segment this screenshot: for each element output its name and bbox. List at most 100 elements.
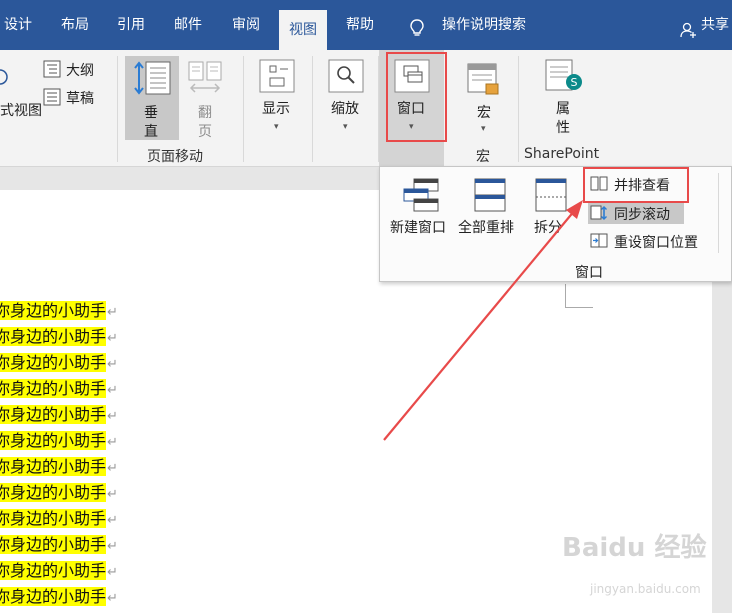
document-line: 你身边的小助手↵ bbox=[0, 482, 118, 504]
group-separator bbox=[243, 56, 244, 162]
lightbulb-icon bbox=[410, 19, 424, 36]
zoom-label: 缩放 bbox=[331, 101, 359, 117]
chevron-down-icon: ▾ bbox=[274, 122, 279, 132]
tab-help[interactable]: 帮助 bbox=[346, 14, 374, 50]
highlighted-text: 你身边的小助手 bbox=[0, 587, 107, 606]
highlighted-text: 你身边的小助手 bbox=[0, 535, 107, 554]
side-by-side-highlight bbox=[583, 167, 689, 203]
highlighted-text: 你身边的小助手 bbox=[0, 509, 107, 528]
side-to-side-icon bbox=[188, 61, 222, 93]
tab-view[interactable]: 视图 bbox=[279, 10, 327, 50]
highlighted-text: 你身边的小助手 bbox=[0, 301, 107, 320]
arrange-all-icon bbox=[474, 178, 506, 212]
split-button[interactable]: 拆分 bbox=[530, 173, 580, 239]
vertical-label: 垂 直 bbox=[144, 105, 158, 140]
highlighted-text: 你身边的小助手 bbox=[0, 457, 107, 476]
macros-button[interactable]: 宏 ▾ bbox=[464, 60, 504, 138]
macros-label: 宏 bbox=[477, 105, 491, 121]
chevron-down-icon: ▾ bbox=[343, 122, 348, 132]
document-line: 你身边的小助手↵ bbox=[0, 508, 118, 530]
margin-corner-mark bbox=[565, 284, 593, 308]
paragraph-mark: ↵ bbox=[107, 539, 118, 554]
highlighted-text: 你身边的小助手 bbox=[0, 405, 107, 424]
baidu-watermark: Baidu 经验 bbox=[562, 533, 707, 563]
dropdown-separator bbox=[718, 173, 719, 253]
paragraph-mark: ↵ bbox=[107, 565, 118, 580]
outline-button[interactable]: 大纲 bbox=[66, 60, 94, 80]
magnifier-icon bbox=[328, 59, 364, 93]
paragraph-mark: ↵ bbox=[107, 487, 118, 502]
web-layout-button[interactable]: 式视图 bbox=[0, 100, 42, 120]
share-person-icon bbox=[680, 22, 696, 38]
paragraph-mark: ↵ bbox=[107, 331, 118, 346]
highlighted-text: 你身边的小助手 bbox=[0, 327, 107, 346]
show-label: 显示 bbox=[262, 101, 290, 117]
draft-icon bbox=[43, 88, 61, 106]
document-line: 你身边的小助手↵ bbox=[0, 586, 118, 608]
sync-scroll-button[interactable]: 同步滚动 bbox=[588, 202, 684, 224]
tab-design[interactable]: 设计 bbox=[4, 14, 32, 50]
ribbon-tab-bar: 设计 布局 引用 邮件 审阅 视图 帮助 操作说明搜索 共享 bbox=[0, 0, 732, 50]
sharepoint-group-label: SharePoint bbox=[524, 146, 600, 162]
reset-position-label: 重设窗口位置 bbox=[614, 235, 698, 251]
tab-layout[interactable]: 布局 bbox=[61, 14, 89, 50]
paragraph-mark: ↵ bbox=[107, 305, 118, 320]
paragraph-mark: ↵ bbox=[107, 357, 118, 372]
sync-scroll-icon bbox=[590, 205, 607, 220]
document-line: 你身边的小助手↵ bbox=[0, 534, 118, 556]
macro-icon bbox=[467, 63, 499, 95]
outline-icon bbox=[43, 60, 61, 78]
chevron-down-icon: ▾ bbox=[481, 124, 486, 134]
document-line: 你身边的小助手↵ bbox=[0, 326, 118, 348]
highlighted-text: 你身边的小助手 bbox=[0, 431, 107, 450]
window-button-highlight bbox=[386, 52, 447, 142]
highlighted-text: 你身边的小助手 bbox=[0, 561, 107, 580]
draft-button[interactable]: 草稿 bbox=[66, 88, 94, 108]
highlighted-text: 你身边的小助手 bbox=[0, 483, 107, 502]
new-window-button[interactable]: 新建窗口 bbox=[388, 173, 454, 239]
tab-review[interactable]: 审阅 bbox=[232, 14, 260, 50]
arrange-all-label: 全部重排 bbox=[458, 220, 514, 236]
svg-text:S: S bbox=[571, 76, 578, 89]
tab-mailings[interactable]: 邮件 bbox=[174, 14, 202, 50]
document-line: 你身边的小助手↵ bbox=[0, 456, 118, 478]
document-line: 你身边的小助手↵ bbox=[0, 300, 118, 322]
document-line: 你身边的小助手↵ bbox=[0, 560, 118, 582]
window-group-label: 窗口 bbox=[575, 265, 603, 281]
split-icon bbox=[535, 178, 567, 212]
reset-position-icon bbox=[590, 233, 608, 248]
vertical-button[interactable]: 垂 直 bbox=[125, 56, 179, 140]
show-button[interactable]: 显示 ▾ bbox=[256, 56, 298, 138]
properties-button[interactable]: S 属 性 bbox=[544, 58, 584, 140]
properties-label: 属 性 bbox=[556, 101, 570, 136]
paragraph-mark: ↵ bbox=[107, 409, 118, 424]
paragraph-mark: ↵ bbox=[107, 513, 118, 528]
page-move-group-label: 页面移动 bbox=[147, 149, 203, 165]
paragraph-mark: ↵ bbox=[107, 383, 118, 398]
web-layout-icon bbox=[0, 69, 8, 85]
paragraph-mark: ↵ bbox=[107, 591, 118, 606]
highlighted-text: 你身边的小助手 bbox=[0, 353, 107, 372]
baidu-watermark-url: jingyan.baidu.com bbox=[590, 582, 701, 596]
macros-group-label: 宏 bbox=[476, 149, 490, 165]
vertical-scroll-icon bbox=[134, 61, 171, 95]
tell-me-search[interactable]: 操作说明搜索 bbox=[442, 14, 526, 50]
ribbon-panel: 式视图 大纲 草稿 垂 直 翻 页 页面移动 显示 ▾ 缩放 ▾ 窗口 ▾ 宏 … bbox=[0, 50, 732, 167]
document-line: 你身边的小助手↵ bbox=[0, 404, 118, 426]
group-separator bbox=[312, 56, 313, 162]
document-line: 你身边的小助手↵ bbox=[0, 352, 118, 374]
paragraph-mark: ↵ bbox=[107, 461, 118, 476]
zoom-button[interactable]: 缩放 ▾ bbox=[325, 56, 367, 138]
new-window-label: 新建窗口 bbox=[390, 220, 446, 236]
document-line: 你身边的小助手↵ bbox=[0, 378, 118, 400]
document-line: 你身边的小助手↵ bbox=[0, 430, 118, 452]
share-button[interactable]: 共享 bbox=[701, 14, 729, 50]
show-icon bbox=[259, 59, 295, 93]
arrange-all-button[interactable]: 全部重排 bbox=[458, 173, 524, 239]
paragraph-mark: ↵ bbox=[107, 435, 118, 450]
flip-button[interactable]: 翻 页 bbox=[198, 104, 212, 142]
sharepoint-properties-icon: S bbox=[545, 59, 582, 91]
reset-window-position-button[interactable]: 重设窗口位置 bbox=[588, 230, 718, 252]
tab-references[interactable]: 引用 bbox=[117, 14, 145, 50]
split-label: 拆分 bbox=[534, 220, 562, 236]
